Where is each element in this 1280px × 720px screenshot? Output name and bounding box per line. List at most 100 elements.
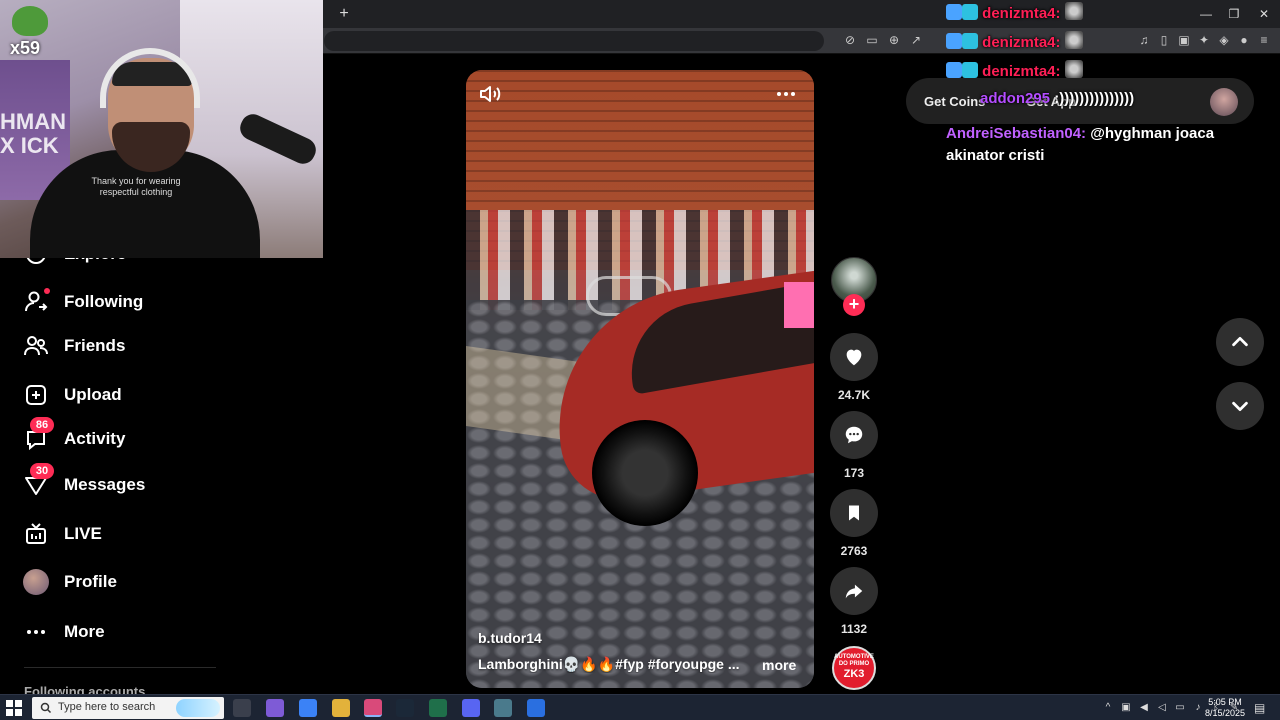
share-button[interactable] [830,567,878,615]
chat-username: denizmta4: [982,63,1061,80]
profile-icon[interactable]: ● [1236,32,1252,48]
search-highlight-art [176,699,220,717]
app-icon[interactable] [494,699,512,717]
sidebar-item-upload[interactable]: Upload [22,377,122,413]
sidebar-item-messages[interactable]: 30 Messages [22,463,146,503]
new-tab-button[interactable]: + [334,4,354,24]
no-tracking-icon[interactable]: ⊘ [842,32,858,48]
sidebar-item-activity[interactable]: 86 Activity [22,417,125,457]
sidebar-item-label: More [64,622,105,641]
chat-username: addon295 [980,90,1051,107]
menu-icon[interactable]: ≡ [1256,32,1272,48]
chrome-icon[interactable] [527,699,545,717]
close-button[interactable]: ✕ [1250,4,1278,24]
video-player[interactable]: b.tudor14 Lamborghini💀🔥🔥#fyp #foryoupge … [466,70,814,688]
badge-icon [962,62,978,78]
next-video-button[interactable] [1216,382,1264,430]
browser-app-icon[interactable] [364,699,382,717]
more-dots-icon [22,618,50,646]
get-coins-button[interactable]: Get Coins [924,94,985,109]
copilot-app-icon[interactable] [299,699,317,717]
steam-icon[interactable] [396,699,414,717]
chevron-up-icon [1232,336,1248,347]
following-icon [22,288,50,316]
badge-icon [946,33,962,49]
emote-count: x59 [10,38,41,58]
sidebar-item-friends[interactable]: Friends [22,328,125,364]
taskbar-search-box[interactable]: Type here to search [32,697,224,719]
discord-icon[interactable] [462,699,480,717]
display-icon[interactable]: ▭ [1174,701,1186,715]
like-button[interactable] [830,333,878,381]
volume-icon[interactable] [478,82,502,106]
upload-icon [22,381,50,409]
search-icon [40,702,52,714]
sidebar-item-more[interactable]: More [22,614,105,650]
comment-button[interactable] [830,411,878,459]
video-author[interactable]: b.tudor14 [478,630,542,646]
user-avatar[interactable] [1210,88,1238,116]
badge-icon [962,4,978,20]
minimize-button[interactable]: — [1192,4,1220,24]
chat-username: denizmta4: [982,34,1061,51]
caption-more-button[interactable]: more [762,657,796,673]
streamer-webcam: HMAN X ICK Thank you for wearing respect… [0,0,323,258]
xbox-icon[interactable] [429,699,447,717]
emote-icon [1064,2,1083,20]
comment-icon [845,426,863,444]
chat-username: denizmta4: [982,5,1061,22]
share-icon[interactable]: ↗ [908,32,924,48]
file-explorer-icon[interactable] [332,699,350,717]
heart-icon [846,349,862,366]
music-icon[interactable]: ♫ [1136,32,1152,48]
network-icon[interactable]: ▣ [1120,701,1132,715]
video-pink-sign [784,282,814,328]
chevron-up-icon[interactable]: ^ [1102,701,1114,715]
sidebar: Explore Following Friends Upload 86 [0,240,220,699]
clock-date: 8/15/2025 [1204,708,1246,718]
avatar [23,569,49,595]
sidebar-item-live[interactable]: LIVE [22,516,102,552]
sidebar-item-label: LIVE [64,524,102,543]
shield-icon[interactable]: ◈ [1216,32,1232,48]
share-count: 1132 [840,622,868,636]
task-view-icon[interactable] [233,699,251,717]
extension-icons: ♫ ▯ ▣ ✦ ◈ ● ≡ [1136,32,1272,48]
badge-icon [946,62,962,78]
follow-button[interactable]: + [843,294,865,316]
music-disc[interactable]: AUTOMOTIVE DO PRIMO ZK3 [832,646,876,690]
badge-icon [946,4,962,20]
chat-username: AndreiSebastian04: [946,125,1087,142]
sidebar-icon[interactable]: ▯ [1156,32,1172,48]
maximize-button[interactable]: ❐ [1220,4,1248,24]
like-count: 24.7K [837,388,871,402]
zoom-icon[interactable]: ⊕ [886,32,902,48]
previous-video-button[interactable] [1216,318,1264,366]
save-button[interactable] [830,489,878,537]
sidebar-item-label: Following [64,292,144,311]
emote-icon [1064,31,1083,49]
video-caption: Lamborghini💀🔥🔥#fyp #foryoupge ... [478,656,740,672]
volume-icon[interactable]: ◀ [1138,701,1150,715]
save-count: 2763 [840,544,868,558]
puzzle-icon[interactable]: ✦ [1196,32,1212,48]
taskbar-clock[interactable]: 5:05 PM 8/15/2025 [1200,697,1250,719]
notification-dot [44,288,50,294]
wallet-icon[interactable]: ▣ [1176,32,1192,48]
more-options-icon[interactable] [774,82,798,106]
sidebar-item-label: Messages [64,475,146,494]
address-bar[interactable] [324,31,824,51]
emote-badge: x59 [4,4,48,58]
messages-badge: 30 [30,463,54,479]
notification-icon[interactable]: ▤ [1254,701,1268,715]
cast-icon[interactable]: ▭ [864,32,880,48]
sidebar-item-label: Friends [64,336,126,355]
speaker-icon[interactable]: ◁ [1156,701,1168,715]
copilot-icon[interactable] [266,699,284,717]
chat-message: addon295 :))))))))))))))) [980,90,1134,107]
windows-start-icon[interactable] [6,700,22,716]
sidebar-item-profile[interactable]: Profile [22,564,117,600]
sidebar-item-following[interactable]: Following [22,284,143,320]
chat-message: AndreiSebastian04: @hyghman joaca akinat… [946,123,1246,167]
emote-icon [1064,60,1083,78]
